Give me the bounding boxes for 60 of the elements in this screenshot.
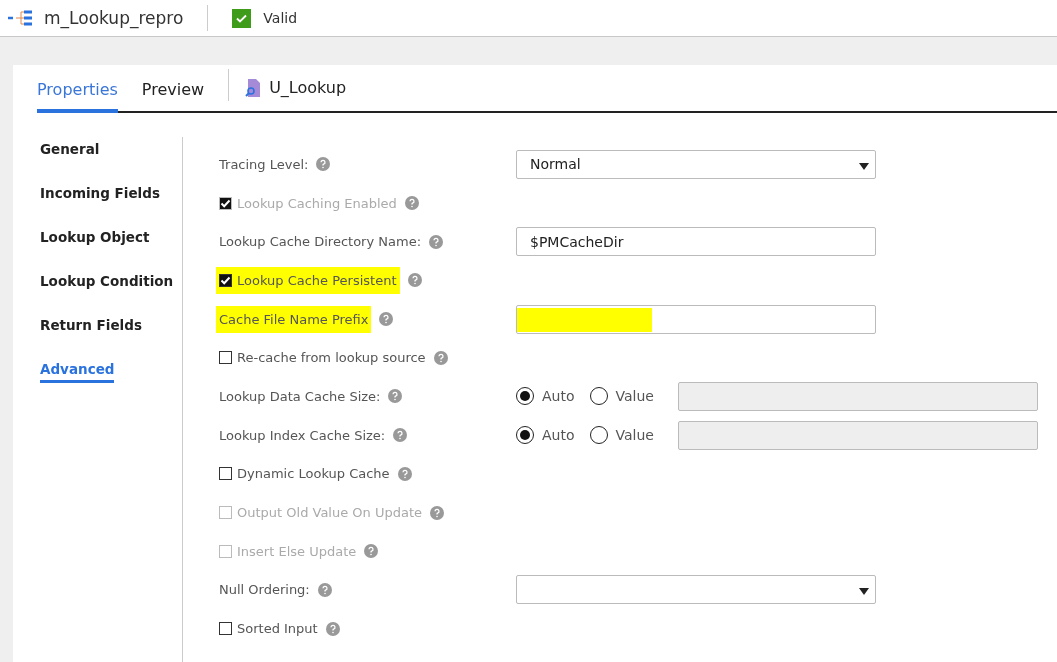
- radio-button[interactable]: [516, 426, 534, 445]
- sidebar-item[interactable]: Advanced: [40, 361, 115, 383]
- help-icon[interactable]: [430, 505, 445, 520]
- object-name: U_Lookup: [269, 78, 347, 97]
- caret-icon: [859, 588, 869, 596]
- input-field[interactable]: [516, 304, 876, 334]
- sidebar-item[interactable]: Lookup Object: [40, 229, 150, 251]
- mapping-title: m_Lookup_repro: [44, 5, 209, 31]
- checkbox-label: Output Old Value On Update: [237, 505, 423, 521]
- help-icon[interactable]: [388, 389, 403, 404]
- tab[interactable]: Properties: [37, 80, 118, 113]
- input-field[interactable]: $PMCacheDir: [516, 227, 876, 257]
- radio-label: Value: [615, 388, 654, 405]
- lookup-icon: [245, 79, 262, 97]
- dropdown-field[interactable]: [516, 575, 876, 605]
- dropdown-field[interactable]: Normal: [516, 149, 876, 179]
- checkbox[interactable]: [219, 273, 232, 287]
- help-icon[interactable]: [433, 350, 448, 365]
- input-field[interactable]: [677, 381, 1038, 411]
- checkbox[interactable]: [219, 622, 232, 636]
- checkbox[interactable]: [219, 351, 232, 365]
- field-label: Lookup Index Cache Size:: [219, 427, 386, 443]
- radio-label: Auto: [542, 388, 575, 405]
- checkbox-label: Sorted Input: [237, 621, 318, 637]
- check-icon: [232, 8, 252, 28]
- checkbox-label: Lookup Caching Enabled: [237, 195, 397, 211]
- field-label: Cache File Name Prefix: [219, 311, 369, 327]
- help-icon[interactable]: [317, 582, 332, 597]
- help-icon[interactable]: [397, 466, 412, 481]
- radio-button[interactable]: [516, 387, 534, 406]
- help-icon[interactable]: [364, 544, 379, 559]
- field-label: Tracing Level:: [219, 156, 309, 172]
- help-icon[interactable]: [316, 157, 331, 172]
- input-field[interactable]: [677, 420, 1038, 450]
- field-label: Null Ordering:: [219, 582, 310, 598]
- help-icon[interactable]: [379, 312, 394, 327]
- field-label: Lookup Data Cache Size:: [219, 388, 381, 404]
- checkbox[interactable]: [219, 467, 232, 481]
- checkbox-label: Re-cache from lookup source: [237, 350, 426, 366]
- sidebar-item[interactable]: General: [40, 141, 100, 163]
- mapping-icon: [8, 10, 34, 26]
- help-icon[interactable]: [429, 234, 443, 249]
- help-icon[interactable]: [407, 273, 422, 288]
- help-icon[interactable]: [393, 428, 408, 443]
- radio-button[interactable]: [589, 387, 608, 406]
- help-icon[interactable]: [404, 196, 419, 211]
- sidebar-item[interactable]: Lookup Condition: [40, 273, 174, 295]
- checkbox-label: Insert Else Update: [237, 543, 357, 559]
- checkbox-label: Lookup Cache Persistent: [237, 272, 397, 288]
- status-label: Valid: [263, 10, 298, 26]
- caret-icon: [859, 162, 869, 170]
- radio-label: Value: [615, 427, 654, 444]
- field-label: Lookup Cache Directory Name:: [219, 234, 421, 250]
- radio-label: Auto: [542, 427, 575, 444]
- tab[interactable]: Preview: [141, 80, 205, 113]
- sidebar-item[interactable]: Return Fields: [40, 317, 142, 339]
- radio-button[interactable]: [589, 426, 608, 445]
- help-icon[interactable]: [325, 621, 340, 636]
- checkbox-label: Dynamic Lookup Cache: [237, 466, 390, 482]
- sidebar-item[interactable]: Incoming Fields: [40, 185, 160, 207]
